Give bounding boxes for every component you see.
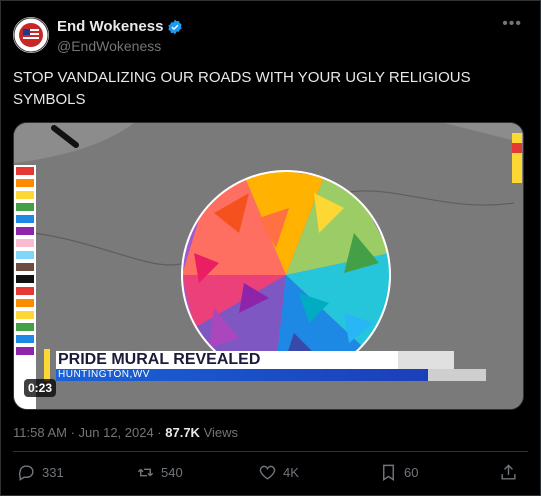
post-card: End Wokeness @EndWokeness ••• STOP VANDA… — [0, 0, 541, 496]
reply-count: 331 — [42, 465, 64, 480]
author-handle[interactable]: @EndWokeness — [57, 38, 161, 54]
repost-button[interactable]: 540 — [136, 463, 183, 482]
share-button[interactable] — [499, 463, 518, 482]
author-name-text[interactable]: End Wokeness — [57, 18, 163, 35]
like-count: 4K — [283, 465, 299, 480]
author-name[interactable]: End Wokeness — [57, 18, 183, 35]
divider — [13, 451, 528, 452]
repost-icon — [137, 468, 154, 477]
news-headline-text: PRIDE MURAL REVEALED — [58, 351, 261, 368]
news-location-text: HUNTINGTON,WV — [58, 369, 150, 380]
post-timestamp[interactable]: 11:58 AM · Jun 12, 2024 · — [13, 425, 165, 440]
post-text: STOP VANDALIZING OUR ROADS WITH YOUR UGL… — [13, 69, 471, 108]
verified-badge-icon — [168, 19, 183, 34]
bookmark-icon — [383, 464, 394, 481]
repost-count: 540 — [161, 465, 183, 480]
news-banner-headline: PRIDE MURAL REVEALED — [56, 351, 398, 369]
views-label: Views — [199, 425, 239, 440]
views-count: 87.7K — [165, 425, 200, 440]
video-duration-badge: 0:23 — [24, 379, 57, 397]
like-button[interactable]: 4K — [258, 463, 299, 482]
news-banner-location: HUNTINGTON,WV — [56, 369, 428, 381]
share-icon — [501, 464, 516, 480]
bookmark-count: 60 — [404, 465, 419, 480]
action-bar: 331 540 4K 60 — [13, 463, 528, 491]
video-player[interactable]: PRIDE MURAL REVEALED HUNTINGTON,WV 0:23 — [13, 122, 524, 410]
more-options-icon[interactable]: ••• — [502, 15, 522, 33]
post-metadata: 11:58 AM · Jun 12, 2024 · 87.7K Views — [13, 425, 238, 440]
avatar[interactable] — [13, 17, 49, 53]
reply-button[interactable]: 331 — [17, 463, 64, 482]
bookmark-button[interactable]: 60 — [379, 463, 418, 482]
reply-icon — [18, 465, 34, 481]
heart-icon — [259, 465, 276, 480]
